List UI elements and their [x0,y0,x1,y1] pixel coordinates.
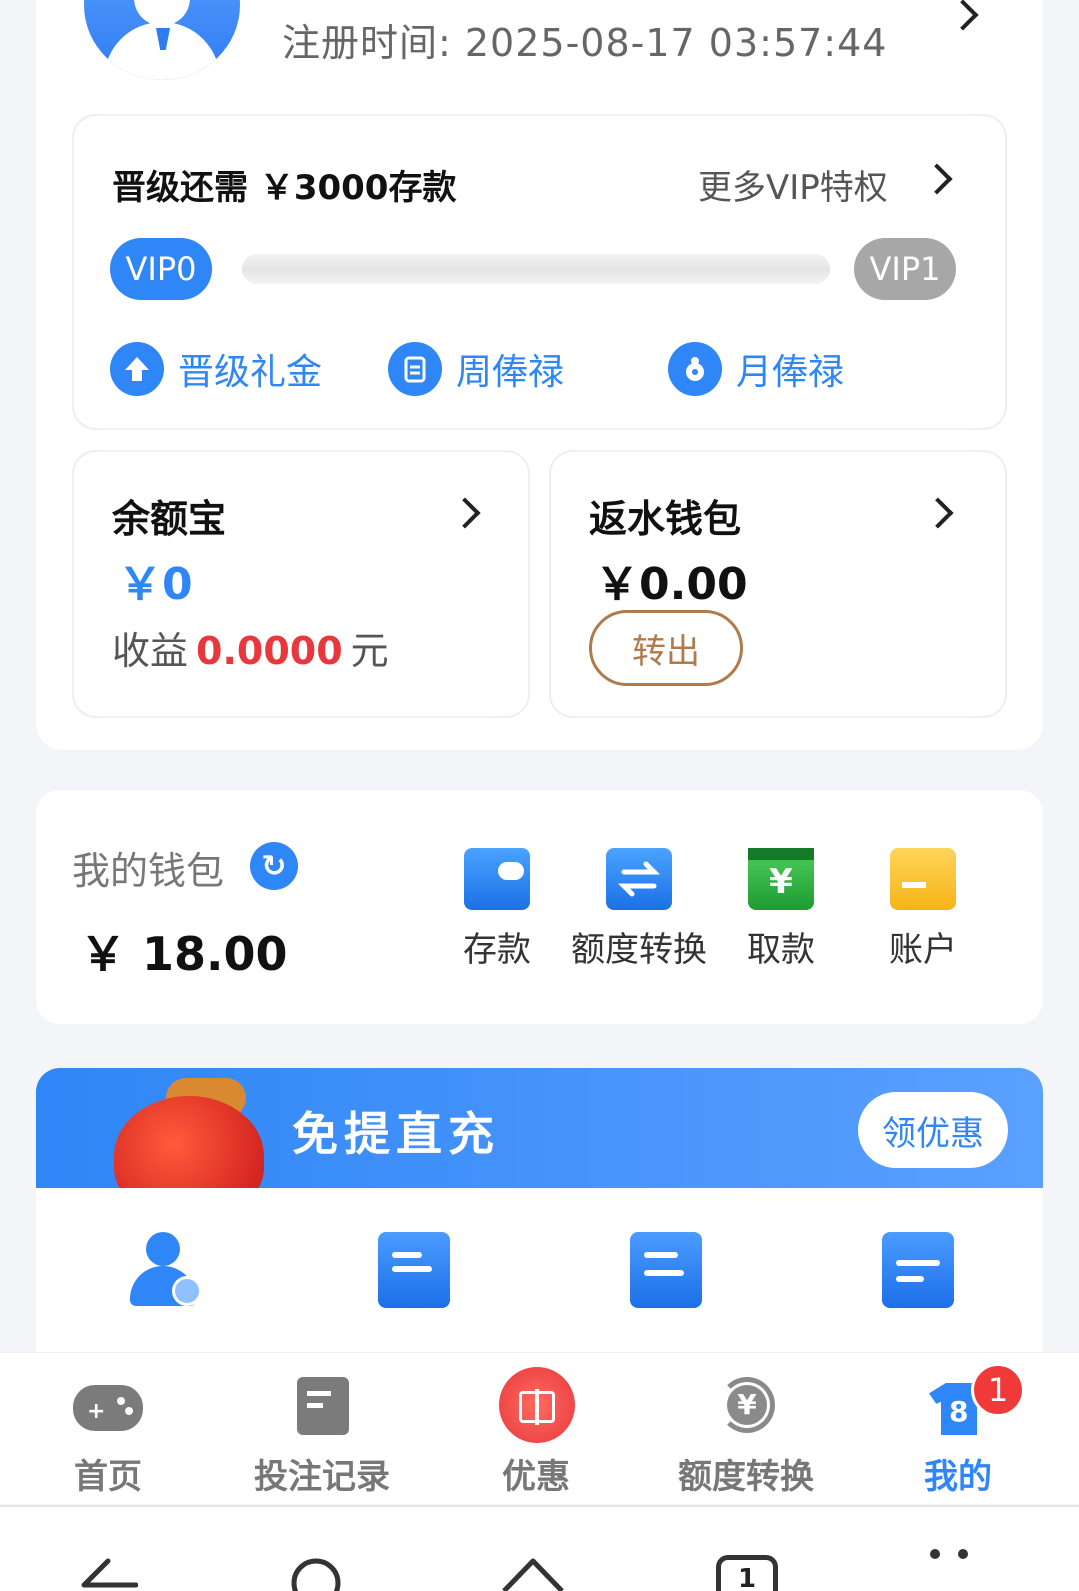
nav-home[interactable]: + 首页 [18,1353,198,1498]
perk-label: 晋级礼金 [178,352,323,393]
promo-banner[interactable]: 免提直充 领优惠 [36,1068,1043,1188]
more-options-icon[interactable] [930,1549,968,1559]
shirt-number: 8 [949,1395,969,1428]
wallet-icon [464,848,530,910]
earnings-value: 0.0000 [196,629,343,673]
rebate-amount: ￥0.00 [595,559,748,610]
nav-label: 优惠 [502,1457,570,1497]
perk-label: 周俸禄 [456,352,565,393]
vip-panel: 晋级还需 ￥3000存款 更多VIP特权 VIP0 VIP1 晋级礼金 周俸禄 … [72,114,1007,430]
back-icon[interactable] [78,1555,139,1591]
perk-weekly-salary[interactable]: 周俸禄 [388,342,564,396]
claim-offer-button[interactable]: 领优惠 [858,1092,1008,1168]
rebate-title: 返水钱包 [589,497,742,541]
yuebao-chevron-icon[interactable] [449,497,481,529]
yuan-exchange-icon: ¥ [711,1375,781,1439]
avatar[interactable] [84,0,240,80]
wallet-title: 我的钱包 [72,849,225,893]
search-icon[interactable] [288,1555,344,1591]
arrow-up-icon [110,342,164,396]
earnings-unit: 元 [350,629,389,673]
nav-label: 投注记录 [254,1457,390,1497]
nav-bet-records[interactable]: 投注记录 [232,1353,412,1498]
perk-label: 月俸禄 [736,352,845,393]
registration-time: 注册时间: 2025-08-17 03:57:44 [282,21,888,65]
action-label: 额度转换 [571,930,707,970]
shirt-icon: 8 1 [923,1363,1025,1439]
document-icon [287,1375,357,1439]
nav-transfer[interactable]: ¥ 额度转换 [656,1353,836,1498]
yuebao-amount: ￥0 [118,559,193,610]
nav-label: 额度转换 [678,1457,814,1497]
withdraw-icon: ¥ [748,848,814,910]
money-bag-icon [668,342,722,396]
clipboard-icon [388,342,442,396]
nav-label: 我的 [924,1457,992,1497]
promo-title: 免提直充 [292,1107,500,1161]
transfer-icon [606,848,672,910]
calendar-record-icon[interactable] [882,1232,954,1308]
gamepad-icon: + [73,1375,143,1439]
card-icon [890,848,956,910]
nav-mine[interactable]: 8 1 我的 [868,1353,1048,1498]
earnings-prefix: 收益 [112,629,189,673]
yuebao-title: 余额宝 [112,497,227,541]
withdraw-button[interactable]: ¥ 取款 [706,848,856,971]
bottom-nav: + 首页 投注记录 优惠 ¥ 额度转换 8 1 我的 [0,1352,1079,1504]
vip-progress-bar [242,254,830,284]
perk-monthly-salary[interactable]: 月俸禄 [668,342,844,396]
refresh-icon[interactable]: ↻ [250,842,298,890]
system-nav-bar: 1 [0,1505,1079,1591]
bet-record-icon[interactable] [378,1232,450,1308]
rebate-wallet-card[interactable]: 返水钱包 ￥0.00 转出 [549,450,1007,718]
yuebao-card[interactable]: 余额宝 ￥0 收益 0.0000 元 [72,450,530,718]
next-vip-badge: VIP1 [854,238,956,300]
user-verified-icon[interactable] [126,1232,202,1308]
notification-badge: 1 [971,1363,1025,1417]
yuebao-earnings: 收益 0.0000 元 [112,620,389,675]
more-vip-chevron-icon[interactable] [921,163,953,195]
home-icon[interactable] [500,1555,566,1591]
more-vip-link[interactable]: 更多VIP特权 [698,160,888,209]
nav-label: 首页 [74,1457,142,1497]
rebate-chevron-icon[interactable] [922,497,954,529]
tabs-icon[interactable]: 1 [716,1555,778,1591]
action-label: 取款 [747,930,815,970]
account-button[interactable]: 账户 [848,848,998,971]
perk-upgrade-bonus[interactable]: 晋级礼金 [110,342,322,396]
transfer-button[interactable]: 额度转换 [564,848,714,971]
upgrade-requirement: 晋级还需 ￥3000存款 [112,168,457,208]
deposit-button[interactable]: 存款 [422,848,572,971]
action-label: 存款 [463,930,531,970]
fund-transfer-icon[interactable] [630,1232,702,1308]
wallet-balance: ￥ 18.00 [80,927,288,981]
wallet-card: 我的钱包 ↻ ￥ 18.00 存款 额度转换 ¥ 取款 账户 [36,790,1043,1024]
nav-promotions[interactable]: 优惠 [446,1353,626,1498]
current-vip-badge: VIP0 [110,238,212,300]
action-label: 账户 [889,930,957,970]
gift-icon [499,1367,575,1443]
transfer-out-button[interactable]: 转出 [589,610,743,686]
